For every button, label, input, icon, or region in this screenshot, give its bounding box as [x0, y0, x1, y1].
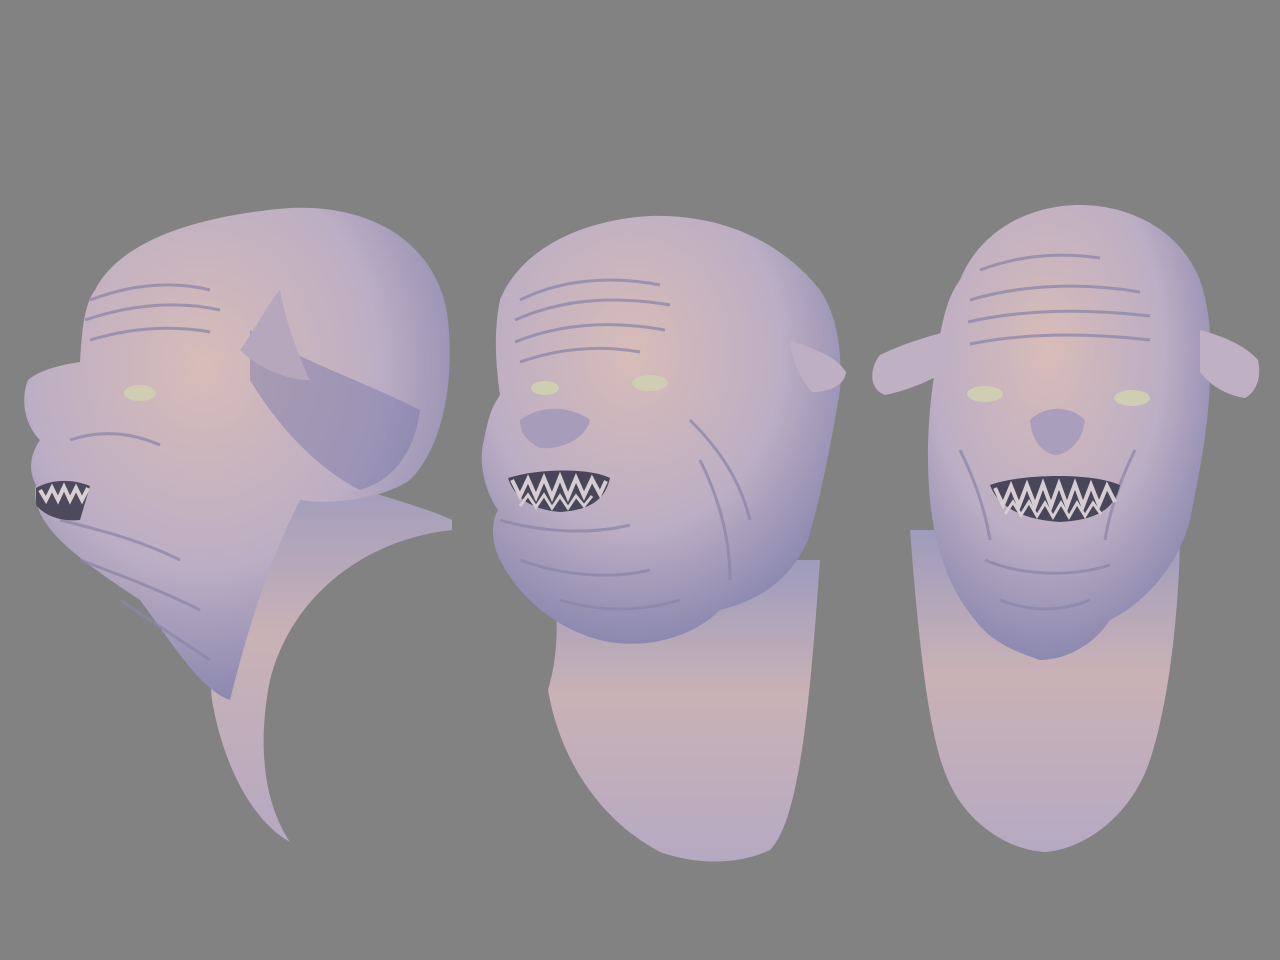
side-eye — [124, 385, 156, 401]
front-eye-right — [1114, 390, 1150, 406]
tq-eye-left — [531, 381, 559, 395]
sculpt-render-canvas — [0, 0, 1280, 960]
tq-eye-right — [632, 375, 668, 391]
front-eye-left — [967, 386, 1003, 402]
